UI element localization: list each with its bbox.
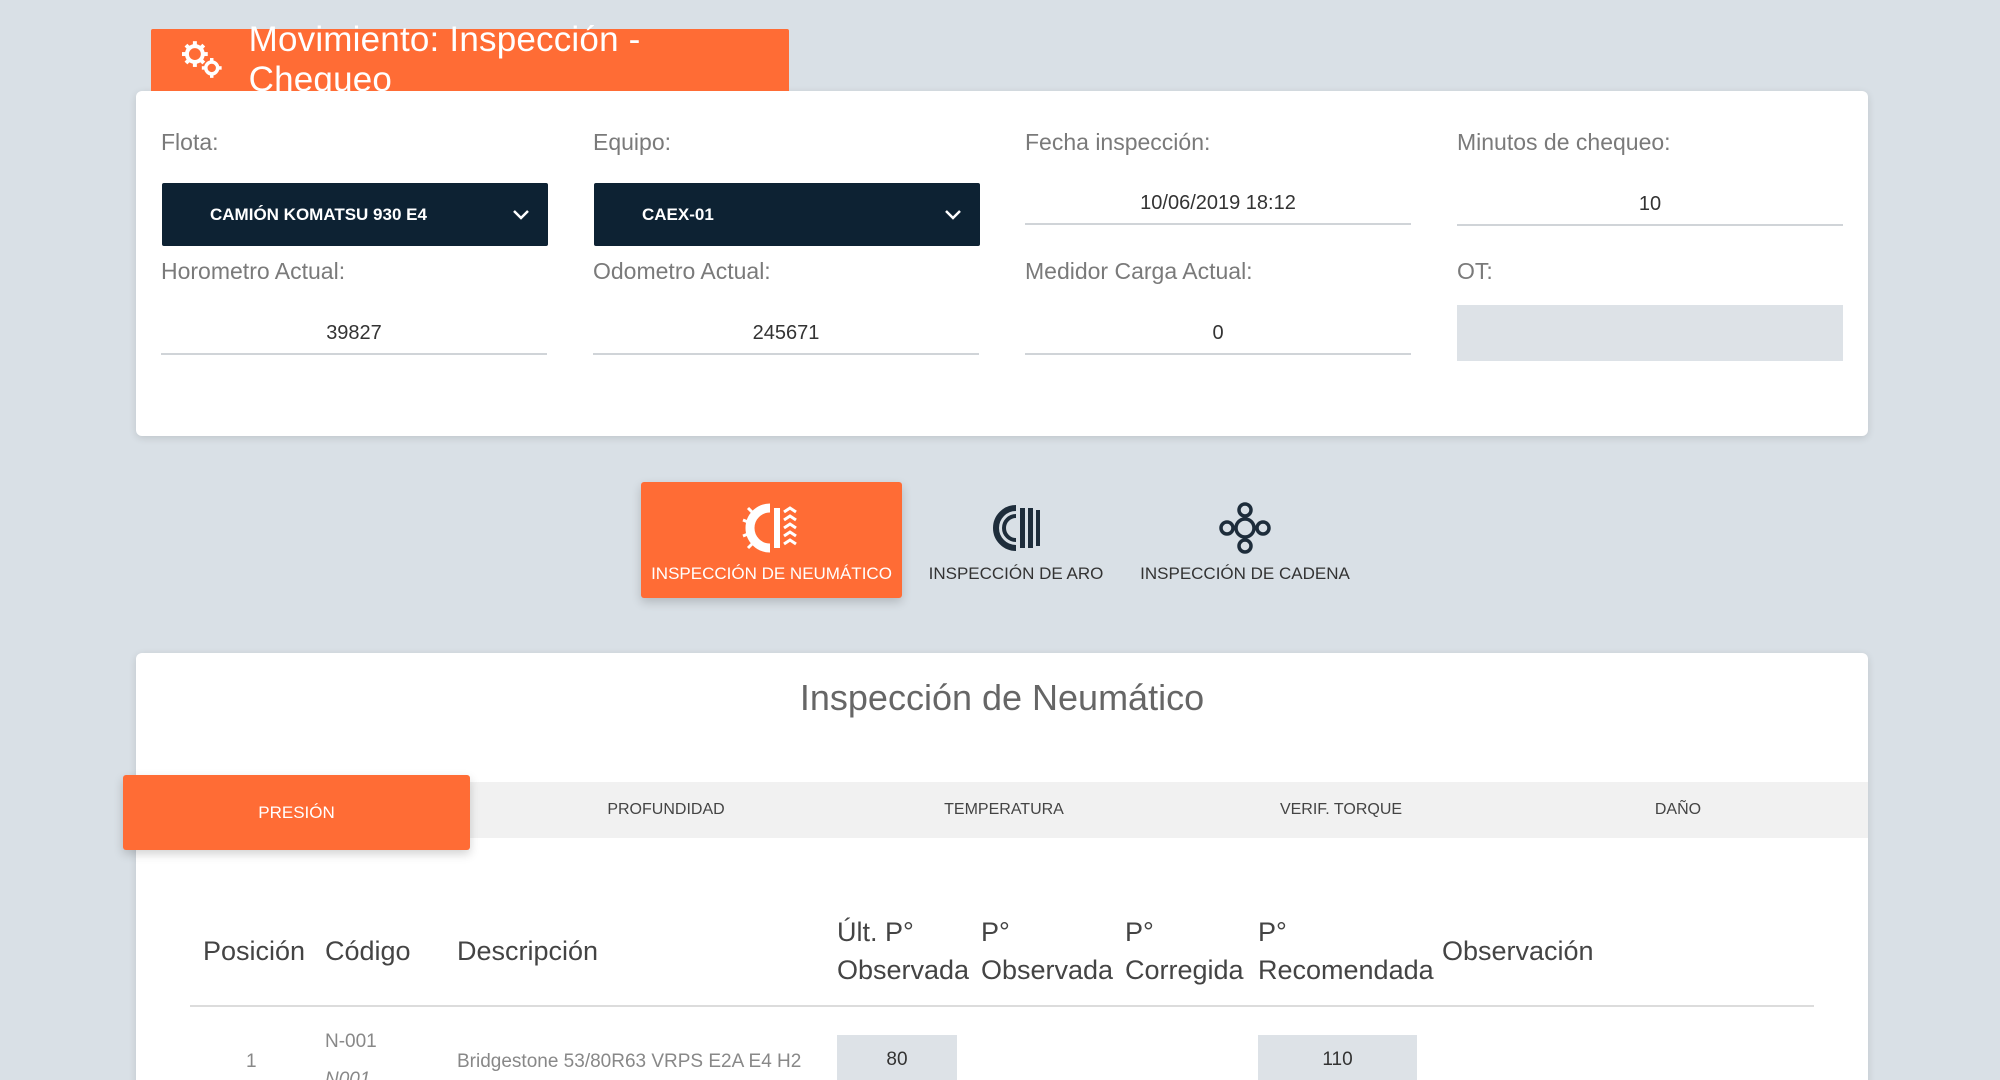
column-header-obs-line1: P° — [981, 917, 1010, 947]
equipo-label: Equipo: — [593, 129, 672, 155]
minutos-input[interactable]: 10 — [1457, 182, 1843, 226]
tab-temperatura[interactable]: TEMPERATURA — [854, 782, 1154, 838]
column-header-cor-line2: Corregida — [1125, 955, 1244, 985]
equipo-select[interactable]: CAEX-01 — [594, 183, 980, 246]
gears-icon — [181, 41, 222, 78]
column-header-posicion: Posición — [203, 936, 306, 966]
row-descripcion: Bridgestone 53/80R63 VRPS E2A E4 H2 — [457, 1051, 802, 1072]
tire-inspection-panel: Inspección de Neumático PROFUNDIDAD TEMP… — [123, 653, 1868, 1080]
horometro-field: Horometro Actual: — [161, 258, 547, 285]
row-codigo: N-001 — [325, 1031, 377, 1052]
page-header: Movimiento: Inspección - Chequeo — [151, 20, 789, 99]
fecha-label: Fecha inspección: — [1025, 129, 1211, 155]
column-header-observacion: Observación — [1442, 936, 1594, 966]
column-header-ult-observada: Últ. P° Observada — [837, 913, 969, 989]
odometro-label: Odometro Actual: — [593, 258, 771, 284]
column-header-cor-line1: P° — [1125, 917, 1154, 947]
column-header-rec-line2: Recomendada — [1258, 955, 1434, 985]
ot-input[interactable] — [1457, 305, 1843, 361]
tab-presion[interactable]: PRESIÓN — [123, 775, 470, 850]
tab-dano[interactable]: DAÑO — [1528, 782, 1828, 838]
chain-icon — [1219, 502, 1271, 554]
medidor-field: Medidor Carga Actual: — [1025, 258, 1411, 285]
row-codigo-secondary: N001 — [325, 1069, 371, 1080]
chevron-down-icon — [945, 210, 961, 220]
panel-title: Inspección de Neumático — [799, 677, 1205, 718]
medidor-input[interactable]: 0 — [1025, 311, 1411, 355]
flota-field: Flota: — [161, 129, 547, 156]
page-title: Movimiento: Inspección - Chequeo — [248, 20, 641, 99]
ot-label: OT: — [1457, 258, 1493, 284]
column-header-corregida: P° Corregida — [1125, 913, 1244, 989]
equipment-info-card: Flota: Equipo: Fecha inspección: Minutos… — [136, 91, 1868, 436]
column-header-descripcion: Descripción — [457, 936, 599, 966]
odometro-field: Odometro Actual: — [593, 258, 979, 285]
chain-inspection-label: INSPECCIÓN DE CADENA — [1140, 564, 1350, 583]
horometro-label: Horometro Actual: — [161, 258, 346, 284]
equipo-value: CAEX-01 — [642, 204, 714, 224]
flota-value: CAMIÓN KOMATSU 930 E4 — [210, 204, 427, 224]
column-header-obs-line2: Observada — [981, 955, 1114, 985]
chain-inspection-button[interactable]: INSPECCIÓN DE CADENA — [1140, 482, 1350, 598]
column-header-ult-line2: Observada — [837, 955, 970, 985]
flota-label: Flota: — [161, 129, 219, 155]
flota-select[interactable]: CAMIÓN KOMATSU 930 E4 — [162, 183, 548, 246]
column-header-recomendada: P° Recomendada — [1258, 913, 1434, 989]
medidor-label: Medidor Carga Actual: — [1025, 258, 1253, 284]
row-posicion: 1 — [246, 1051, 257, 1072]
chevron-down-icon — [513, 210, 529, 220]
tab-verif-torque[interactable]: VERIF. TORQUE — [1191, 782, 1491, 838]
tab-profundidad[interactable]: PROFUNDIDAD — [516, 782, 816, 838]
tire-inspection-button[interactable]: INSPECCIÓN DE NEUMÁTICO — [641, 482, 902, 598]
column-header-codigo: Código — [325, 936, 411, 966]
ult-observada-input[interactable]: 80 — [837, 1035, 957, 1080]
minutos-label: Minutos de chequeo: — [1457, 129, 1671, 155]
inspection-tabs: PROFUNDIDAD TEMPERATURA VERIF. TORQUE DA… — [123, 775, 1868, 850]
rim-inspection-label: INSPECCIÓN DE ARO — [928, 564, 1104, 583]
equipo-field: Equipo: — [593, 129, 979, 156]
horometro-input[interactable]: 39827 — [161, 311, 547, 355]
table-divider — [190, 1005, 1814, 1007]
rim-inspection-button[interactable]: INSPECCIÓN DE ARO — [928, 482, 1104, 598]
tire-icon — [741, 503, 797, 553]
minutos-field: Minutos de chequeo: — [1457, 129, 1843, 156]
column-header-rec-line1: P° — [1258, 917, 1287, 947]
fecha-input[interactable]: 10/06/2019 18:12 — [1025, 181, 1411, 225]
column-header-ult-line1: Últ. P° — [837, 917, 914, 947]
fecha-field: Fecha inspección: — [1025, 129, 1411, 156]
column-header-observada: P° Observada — [981, 913, 1113, 989]
recomendada-input[interactable]: 110 — [1258, 1035, 1417, 1080]
odometro-input[interactable]: 245671 — [593, 311, 979, 355]
rim-icon — [993, 505, 1040, 551]
tire-inspection-label: INSPECCIÓN DE NEUMÁTICO — [651, 564, 892, 583]
ot-field: OT: — [1457, 258, 1843, 285]
